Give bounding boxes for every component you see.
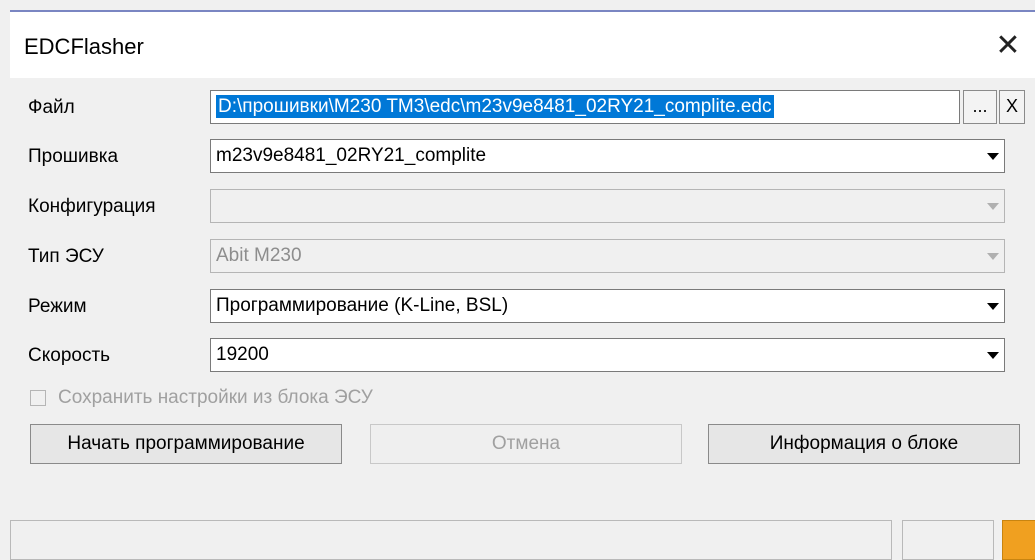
firmware-select[interactable]: m23v9e8481_02RY21_complite	[210, 139, 1005, 173]
file-path-input[interactable]: D:\прошивки\M230 TM3\edc\m23v9e8481_02RY…	[210, 90, 960, 124]
browse-file-button[interactable]: ...	[963, 90, 997, 124]
chevron-down-icon[interactable]	[983, 291, 1003, 321]
start-programming-button[interactable]: Начать программирование	[30, 424, 342, 464]
firmware-label: Прошивка	[28, 146, 119, 167]
configuration-label: Конфигурация	[28, 196, 156, 217]
firmware-select-value: m23v9e8481_02RY21_complite	[216, 145, 487, 166]
ecu-type-label: Тип ЭСУ	[28, 246, 104, 267]
configuration-select	[210, 189, 1005, 223]
ecu-type-select: Abit M230	[210, 239, 1005, 273]
speed-select-value: 19200	[216, 344, 269, 365]
mode-select[interactable]: Программирование (K-Line, BSL)	[210, 289, 1005, 323]
window-title: EDCFlasher	[24, 34, 144, 59]
chevron-down-icon	[983, 191, 1003, 221]
edcflasher-window: EDCFlasher ✕ Файл D:\прошивки\M230 TM3\e…	[10, 10, 1035, 560]
clear-file-button[interactable]: X	[999, 90, 1025, 124]
save-settings-label: Сохранить настройки из блока ЭСУ	[58, 387, 373, 408]
mode-select-value: Программирование (K-Line, BSL)	[216, 295, 509, 316]
ecu-type-select-value: Abit M230	[216, 245, 302, 266]
title-bar: EDCFlasher ✕	[10, 12, 1035, 78]
save-settings-checkbox	[30, 390, 46, 406]
chevron-down-icon[interactable]	[983, 141, 1003, 171]
speed-label: Скорость	[28, 345, 111, 366]
speed-select[interactable]: 19200	[210, 338, 1005, 372]
file-path-selected-text: D:\прошивки\M230 TM3\edc\m23v9e8481_02RY…	[216, 95, 774, 118]
status-panel	[902, 520, 994, 560]
status-progress-panel	[10, 520, 892, 560]
chevron-down-icon[interactable]	[983, 340, 1003, 370]
file-label: Файл	[28, 97, 75, 118]
chevron-down-icon	[983, 241, 1003, 271]
save-settings-row: Сохранить настройки из блока ЭСУ	[30, 386, 373, 410]
mode-label: Режим	[28, 296, 87, 317]
close-icon[interactable]: ✕	[988, 28, 1028, 64]
cancel-button: Отмена	[370, 424, 682, 464]
block-info-button[interactable]: Информация о блоке	[708, 424, 1020, 464]
status-indicator	[1002, 520, 1035, 560]
